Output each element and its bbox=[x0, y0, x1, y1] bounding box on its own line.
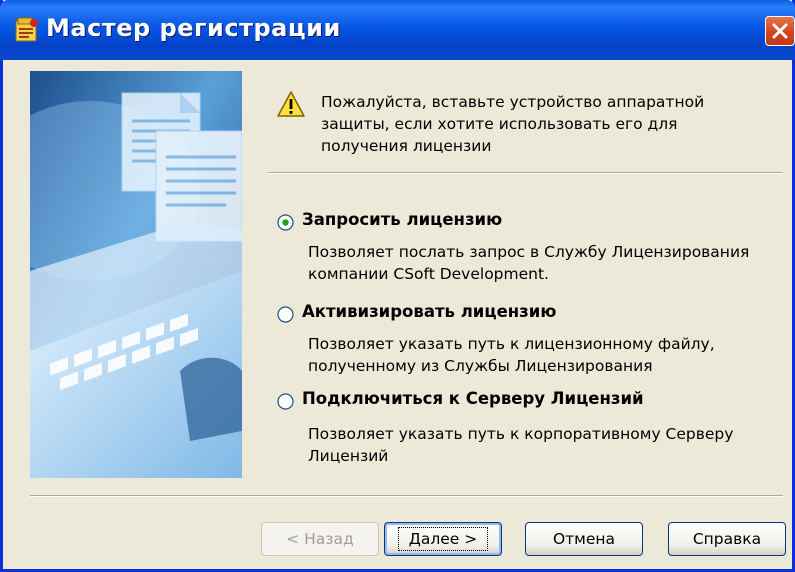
title-bar[interactable]: Мастер регистрации bbox=[0, 0, 795, 60]
next-button[interactable]: Далее > bbox=[384, 522, 502, 556]
radio-button-selected[interactable] bbox=[277, 214, 294, 231]
registration-wizard-window: Мастер регистрации Пожалуйста, вставьте … bbox=[0, 0, 795, 572]
close-icon bbox=[772, 23, 788, 39]
next-button-label: Далее > bbox=[397, 527, 489, 551]
warning-message: Пожалуйста, вставьте устройство аппаратн… bbox=[321, 93, 705, 155]
app-icon bbox=[15, 17, 38, 42]
back-button[interactable]: < Назад bbox=[261, 522, 379, 556]
wizard-illustration bbox=[30, 71, 242, 478]
back-button-label: < Назад bbox=[286, 530, 354, 548]
separator bbox=[30, 495, 783, 497]
option-label[interactable]: Запросить лицензию bbox=[302, 210, 502, 229]
help-button[interactable]: Справка bbox=[668, 522, 786, 556]
radio-button[interactable] bbox=[277, 306, 294, 323]
option-label[interactable]: Активизировать лицензию bbox=[302, 302, 556, 321]
close-button[interactable] bbox=[765, 16, 795, 46]
option-description: Позволяет указать путь к корпоративному … bbox=[308, 425, 734, 465]
radio-button[interactable] bbox=[277, 393, 294, 410]
option-description: Позволяет послать запрос в Службу Лиценз… bbox=[308, 243, 750, 283]
cancel-button[interactable]: Отмена bbox=[525, 522, 643, 556]
separator bbox=[268, 172, 783, 174]
warning-icon bbox=[277, 91, 305, 117]
cancel-button-label: Отмена bbox=[552, 530, 616, 548]
help-button-label: Справка bbox=[692, 530, 762, 548]
option-label[interactable]: Подключиться к Серверу Лицензий bbox=[302, 389, 644, 408]
window-title: Мастер регистрации bbox=[46, 14, 341, 42]
option-description: Позволяет указать путь к лицензионному ф… bbox=[308, 335, 715, 375]
